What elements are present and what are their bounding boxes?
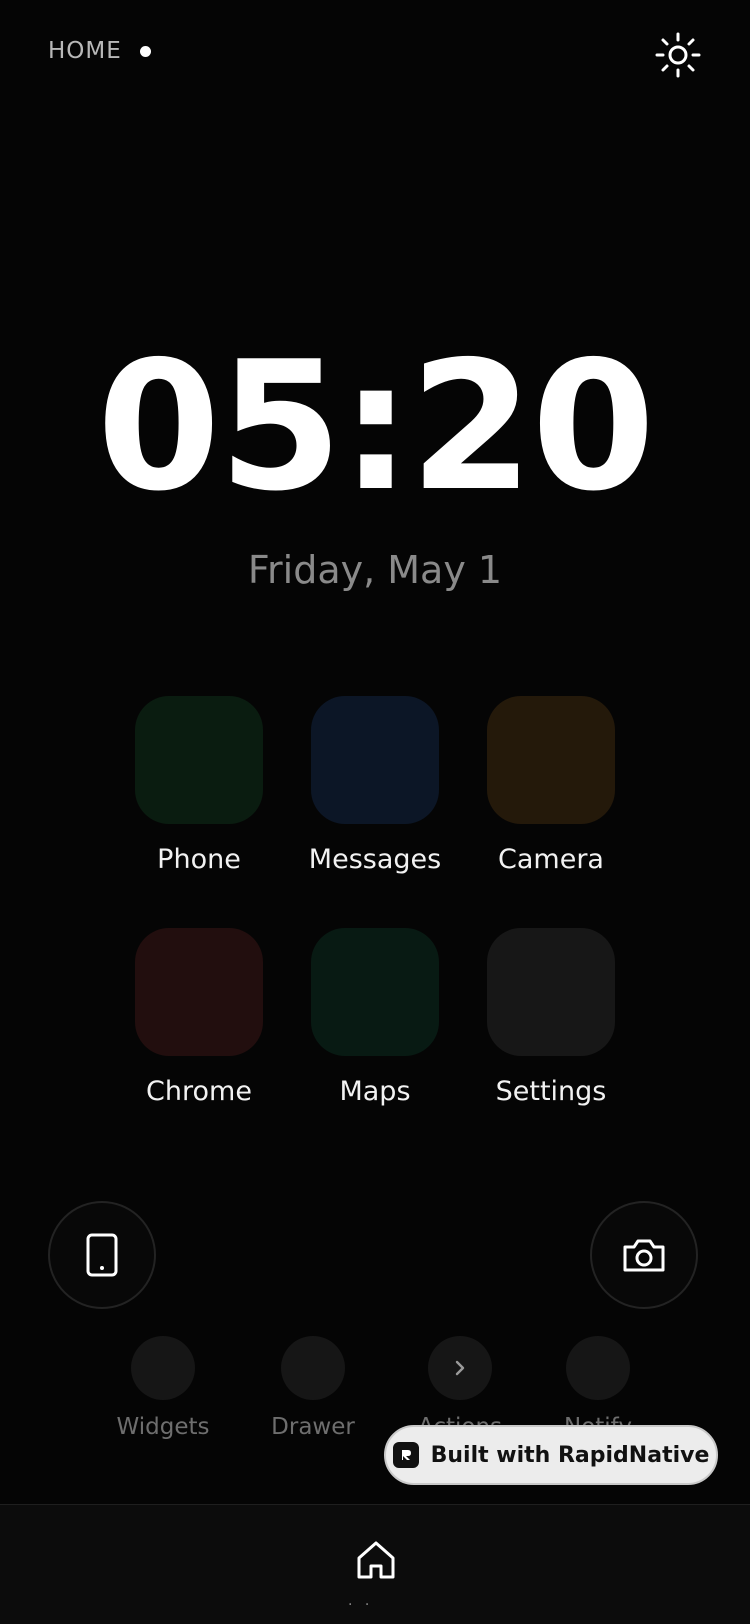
clock-time: 05:20 [96, 323, 656, 530]
app-chrome-tile[interactable] [135, 928, 263, 1056]
app-maps[interactable]: Maps [287, 928, 463, 1107]
badge-text: Built with RapidNative [430, 1442, 710, 1468]
camera-shortcut-button[interactable] [590, 1201, 698, 1309]
quick-action-circle[interactable] [566, 1336, 630, 1400]
home-screen: HOME 05:20 Friday, May 1 Phone Messages … [0, 0, 750, 1624]
app-maps-tile[interactable] [311, 928, 439, 1056]
app-messages[interactable]: Messages [287, 696, 463, 875]
app-camera-tile[interactable] [487, 696, 615, 824]
home-indicator: HOME [48, 38, 151, 64]
home-icon[interactable] [355, 1539, 397, 1581]
quick-action-label: Widgets [116, 1414, 210, 1440]
chevron-right-icon [455, 1360, 465, 1376]
camera-icon [623, 1239, 665, 1272]
bottom-nav-bar: . . [0, 1504, 750, 1624]
app-chrome[interactable]: Chrome [111, 928, 287, 1107]
rapidnative-logo-icon [392, 1442, 419, 1468]
app-messages-tile[interactable] [311, 696, 439, 824]
phone-device-icon [86, 1233, 118, 1277]
quick-action-circle[interactable] [281, 1336, 345, 1400]
app-label: Chrome [146, 1076, 252, 1107]
quick-action-circle[interactable] [131, 1336, 195, 1400]
quick-action-drawer[interactable]: Drawer [243, 1336, 383, 1440]
quick-action-circle[interactable] [428, 1336, 492, 1400]
app-label: Settings [495, 1076, 607, 1107]
app-phone[interactable]: Phone [111, 696, 287, 875]
app-settings[interactable]: Settings [463, 928, 639, 1107]
built-with-badge[interactable]: Built with RapidNative [384, 1425, 718, 1485]
sun-icon[interactable] [655, 32, 701, 78]
phone-shortcut-button[interactable] [48, 1201, 156, 1309]
app-label: Messages [308, 844, 442, 875]
app-label: Maps [339, 1076, 411, 1107]
app-label: Camera [498, 844, 604, 875]
home-label: HOME [48, 38, 122, 64]
quick-action-widgets[interactable]: Widgets [93, 1336, 233, 1440]
app-settings-tile[interactable] [487, 928, 615, 1056]
active-dot [139, 45, 151, 57]
app-label: Phone [157, 844, 241, 875]
clock-date: Friday, May 1 [247, 548, 503, 592]
app-phone-tile[interactable] [135, 696, 263, 824]
quick-action-label: Drawer [271, 1414, 355, 1440]
nav-indicator: . . [348, 1593, 374, 1609]
app-camera[interactable]: Camera [463, 696, 639, 875]
